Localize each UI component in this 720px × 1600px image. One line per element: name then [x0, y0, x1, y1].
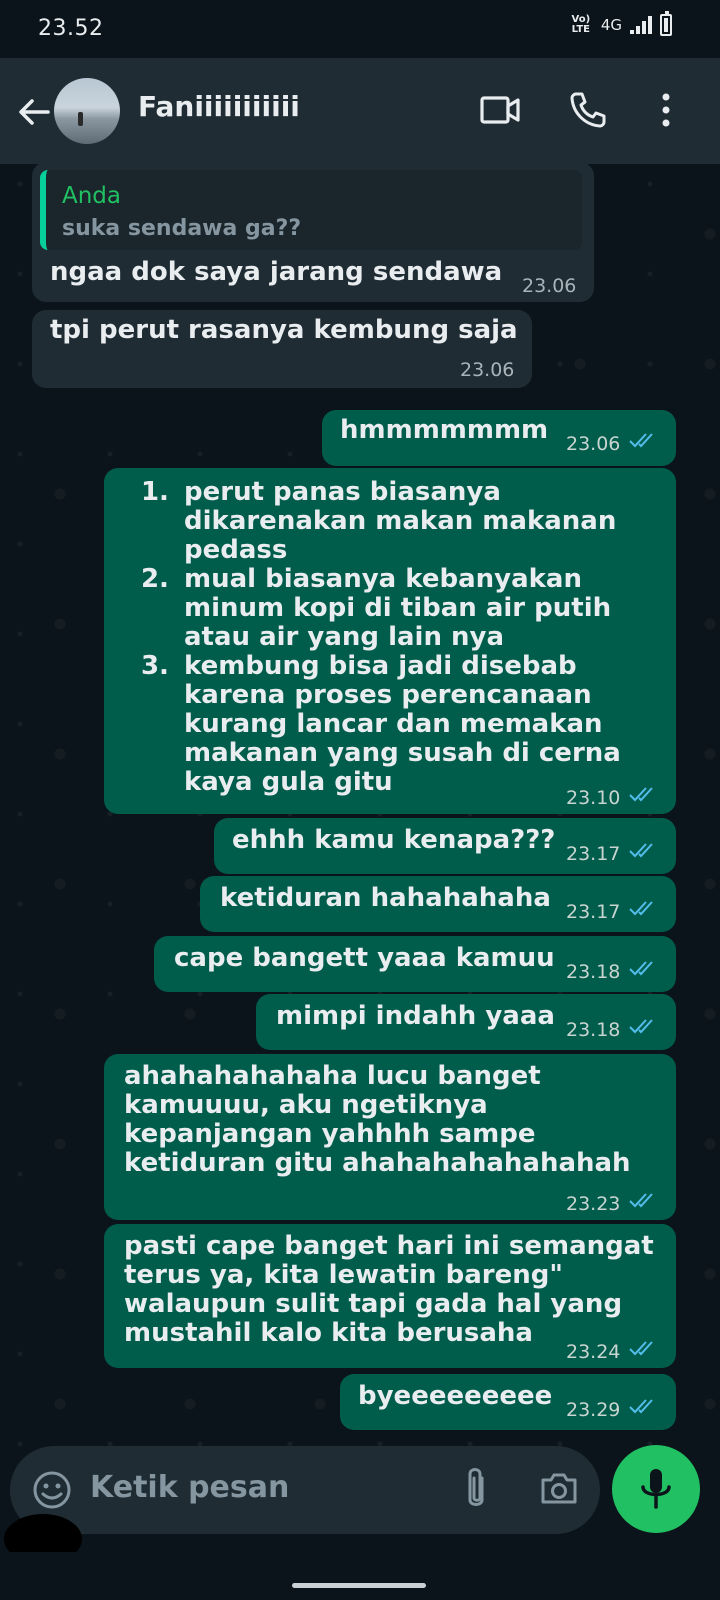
reply-quote[interactable]: Anda suka sendawa ga??: [40, 170, 582, 250]
volte-icon: Vo) LTE: [571, 14, 591, 35]
message-outgoing[interactable]: ehhh kamu kenapa??? 23.17: [214, 818, 676, 874]
message-outgoing[interactable]: pasti cape banget hari ini semangat teru…: [104, 1224, 676, 1368]
read-receipt-icon: [629, 843, 653, 858]
chat-header: Faniiiiiiiiiii: [0, 58, 720, 164]
message-time: 23.10: [566, 787, 621, 809]
message-outgoing[interactable]: perut panas biasanya dikarenakan makan m…: [104, 468, 676, 814]
back-arrow-icon[interactable]: [14, 92, 54, 132]
home-gesture-handle[interactable]: [292, 1583, 426, 1588]
message-text: pasti cape banget hari ini semangat teru…: [124, 1231, 654, 1348]
message-incoming[interactable]: Anda suka sendawa ga?? ngaa dok saya jar…: [32, 162, 594, 302]
contact-name[interactable]: Faniiiiiiiiiii: [138, 90, 300, 123]
message-incoming[interactable]: tpi perut rasanya kembung saja 23.06: [32, 310, 532, 388]
read-receipt-icon: [629, 1193, 653, 1208]
chat-area[interactable]: Anda suka sendawa ga?? ngaa dok saya jar…: [0, 162, 720, 1464]
battery-icon: [660, 11, 672, 36]
read-receipt-icon: [629, 1341, 653, 1356]
read-receipt-icon: [629, 901, 653, 916]
read-receipt-icon: [629, 1399, 653, 1414]
message-text: ngaa dok saya jarang sendawa: [50, 257, 503, 287]
message-outgoing[interactable]: cape bangett yaaa kamuu 23.18: [154, 936, 676, 992]
reply-text: suka sendawa ga??: [62, 216, 302, 241]
microphone-icon: [641, 1469, 671, 1509]
message-list: perut panas biasanya dikarenakan makan m…: [140, 478, 648, 797]
list-item: mual biasanya kebanyakan minum kopi di t…: [178, 565, 648, 652]
list-item: kembung bisa jadi disebab karena proses …: [178, 652, 648, 797]
camera-icon[interactable]: [537, 1466, 581, 1510]
message-time: 23.18: [566, 961, 621, 983]
message-time: 23.24: [566, 1341, 621, 1363]
read-receipt-icon: [629, 433, 653, 448]
message-text: byeeeeeeeee: [358, 1381, 553, 1411]
message-outgoing[interactable]: ketiduran hahahahaha 23.17: [200, 876, 676, 932]
message-time: 23.17: [566, 901, 621, 923]
message-input[interactable]: Ketik pesan: [90, 1470, 289, 1505]
status-time: 23.52: [38, 16, 104, 41]
more-options-icon[interactable]: [644, 88, 688, 132]
attachment-icon[interactable]: [460, 1464, 492, 1514]
message-text: hmmmmmmm: [340, 415, 549, 445]
message-outgoing[interactable]: hmmmmmmm 23.06: [322, 410, 676, 466]
emoji-icon[interactable]: [28, 1466, 76, 1514]
status-icons: Vo) LTE 4G: [569, 11, 672, 36]
message-time: 23.23: [566, 1193, 621, 1215]
video-call-icon[interactable]: [478, 88, 522, 132]
status-bar: 23.52 Vo) LTE 4G: [0, 0, 720, 58]
message-text: tpi perut rasanya kembung saja: [50, 315, 518, 345]
message-text: mimpi indahh yaaa: [276, 1001, 555, 1031]
message-time: 23.06: [566, 433, 621, 455]
network-type: 4G: [600, 16, 622, 34]
system-nav-bar: [0, 1552, 720, 1600]
read-receipt-icon: [629, 787, 653, 802]
message-time: 23.06: [522, 275, 577, 297]
read-receipt-icon: [629, 961, 653, 976]
message-time: 23.29: [566, 1399, 621, 1421]
signal-icon: [630, 16, 652, 34]
list-item: perut panas biasanya dikarenakan makan m…: [178, 478, 648, 565]
avatar[interactable]: [54, 78, 120, 144]
phone-icon[interactable]: [566, 88, 610, 132]
message-outgoing[interactable]: mimpi indahh yaaa 23.18: [256, 994, 676, 1050]
message-outgoing[interactable]: byeeeeeeeee 23.29: [340, 1374, 676, 1430]
message-text: ehhh kamu kenapa???: [232, 825, 556, 855]
message-time: 23.18: [566, 1019, 621, 1041]
message-time: 23.06: [460, 359, 515, 381]
message-text: ketiduran hahahahaha: [220, 883, 551, 913]
mic-button[interactable]: [612, 1445, 700, 1533]
message-time: 23.17: [566, 843, 621, 865]
reply-author: Anda: [62, 183, 122, 209]
message-outgoing[interactable]: ahahahahahaha lucu banget kamuuuu, aku n…: [104, 1054, 676, 1220]
message-text: ahahahahahaha lucu banget kamuuuu, aku n…: [124, 1061, 631, 1178]
message-input-bar[interactable]: Ketik pesan: [10, 1446, 600, 1534]
read-receipt-icon: [629, 1019, 653, 1034]
message-text: cape bangett yaaa kamuu: [174, 943, 555, 973]
